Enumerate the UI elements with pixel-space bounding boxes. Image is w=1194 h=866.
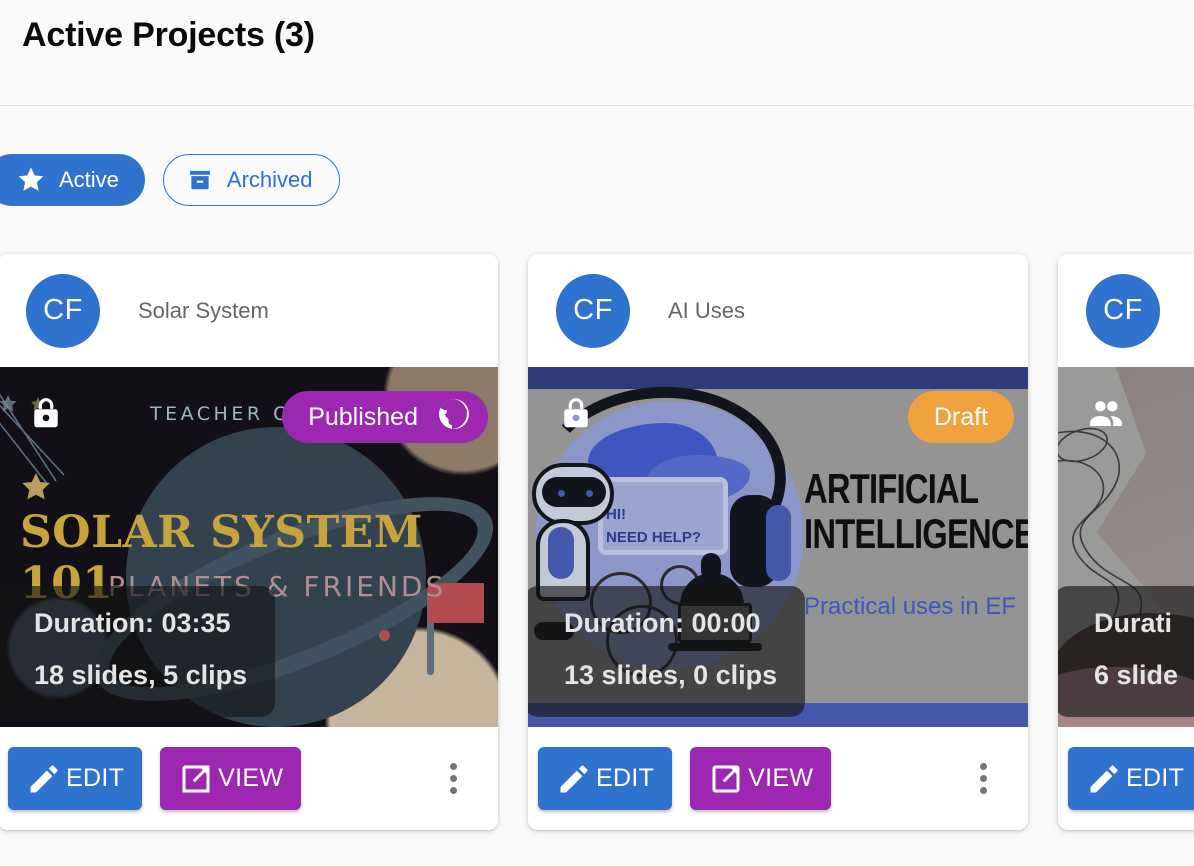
thumbnail-heading: ARTIFICIAL INTELLIGENCE (804, 467, 1028, 557)
view-button[interactable]: VIEW (690, 747, 831, 810)
edit-button[interactable]: EDIT (538, 747, 672, 810)
people-icon (1086, 393, 1126, 433)
edit-button[interactable]: EDIT (1068, 747, 1194, 810)
filter-chip-active-label: Active (59, 167, 119, 193)
edit-button-label: EDIT (596, 764, 654, 793)
counts-text: 18 slides, 5 clips (34, 650, 247, 701)
status-badge-draft[interactable]: Draft (908, 391, 1014, 443)
project-thumbnail[interactable]: Published TEACHER O SOLAR SYSTEM 101 PLA… (0, 367, 498, 727)
thumbnail-subheading: Practical uses in EF (804, 593, 1016, 621)
duration-text: Durati (1094, 598, 1178, 649)
status-badge-label: Draft (934, 403, 988, 432)
page-header: Active Projects (3) (0, 0, 1194, 106)
project-title: AI Uses (668, 298, 745, 324)
duration-text: Duration: 00:00 (564, 598, 777, 649)
lock-icon (26, 393, 66, 433)
pencil-icon (26, 761, 62, 797)
pencil-icon (1086, 761, 1122, 797)
card-header: CF AI Uses (528, 254, 1028, 367)
projects-grid: CF Solar System (0, 254, 1194, 830)
planet-dot-graphic (379, 630, 390, 641)
status-badge-label: Published (308, 403, 418, 432)
view-button-label: VIEW (218, 764, 283, 793)
card-actions: EDIT VIEW (528, 727, 1028, 830)
project-title: Solar System (138, 298, 269, 324)
edit-button[interactable]: EDIT (8, 747, 142, 810)
status-badge-published[interactable]: Published (282, 391, 488, 443)
duration-overlay: Durati 6 slide (1058, 586, 1194, 717)
project-card-solar-system[interactable]: CF Solar System (0, 254, 498, 830)
filter-chip-archived[interactable]: Archived (163, 154, 340, 206)
page-title: Active Projects (3) (22, 14, 315, 57)
view-button-label: VIEW (748, 764, 813, 793)
avatar: CF (26, 274, 100, 348)
thumbnail-heading-line-1: ARTIFICIAL (804, 467, 1028, 512)
duration-text: Duration: 03:35 (34, 598, 247, 649)
project-thumbnail[interactable]: Durati 6 slide (1058, 367, 1194, 727)
open-external-icon (708, 761, 744, 797)
filter-chip-active[interactable]: Active (0, 154, 145, 206)
robot-visor-graphic (542, 477, 606, 507)
open-external-icon (178, 761, 214, 797)
card-header: CF Solar System (0, 254, 498, 367)
edit-button-label: EDIT (1126, 764, 1184, 793)
robot-eye-left (558, 490, 565, 497)
project-card-ai-uses[interactable]: CF AI Uses HI! NEED HELP? (528, 254, 1028, 830)
edit-button-label: EDIT (66, 764, 124, 793)
card-actions: EDIT VIEW (0, 727, 498, 830)
robot-eye-right (586, 490, 593, 497)
archive-icon (186, 166, 214, 194)
view-button[interactable]: VIEW (160, 747, 301, 810)
filter-bar: Active Archived (0, 106, 1194, 254)
card-actions: EDIT (1058, 727, 1194, 830)
card-header: CF (1058, 254, 1194, 367)
duration-overlay: Duration: 00:00 13 slides, 0 clips (528, 586, 805, 717)
counts-text: 13 slides, 0 clips (564, 650, 777, 701)
star-icon (16, 165, 46, 195)
project-card-third[interactable]: CF (1058, 254, 1194, 830)
thumbnail-overline: TEACHER O (150, 403, 292, 425)
avatar: CF (1086, 274, 1160, 348)
kebab-menu-icon[interactable] (430, 749, 476, 809)
pencil-icon (556, 761, 592, 797)
headphone-earpad-graphic-2 (766, 505, 791, 581)
robot-body-panel (548, 527, 574, 579)
lock-icon (556, 393, 596, 433)
avatar: CF (556, 274, 630, 348)
filter-chip-archived-label: Archived (227, 167, 313, 193)
project-thumbnail[interactable]: HI! NEED HELP? (528, 367, 1028, 727)
globe-icon (436, 396, 472, 439)
kebab-menu-icon[interactable] (960, 749, 1006, 809)
thumbnail-heading-line-2: INTELLIGENCE (804, 512, 1028, 557)
thumbnail-top-band (528, 367, 1028, 389)
counts-text: 6 slide (1094, 650, 1178, 701)
duration-overlay: Duration: 03:35 18 slides, 5 clips (0, 586, 275, 717)
